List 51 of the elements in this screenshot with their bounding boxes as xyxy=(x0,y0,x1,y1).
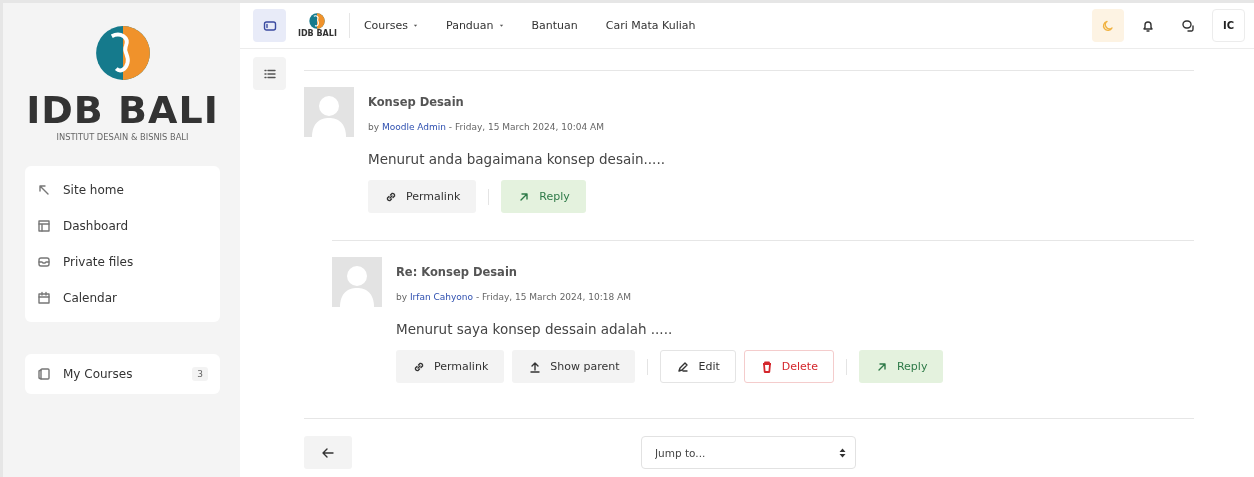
avatar-icon xyxy=(332,257,382,307)
drawer-toggle-button[interactable] xyxy=(253,9,286,42)
user-menu-button[interactable]: IC xyxy=(1212,9,1245,42)
menu-item[interactable]: Bantuan xyxy=(531,19,578,32)
show-parent-button[interactable]: Show parent xyxy=(512,350,636,383)
bell-icon xyxy=(1141,18,1155,33)
post-byline: by Moodle Admin - Friday, 15 March 2024, 10:04 AM xyxy=(368,122,605,132)
post-message: Menurut saya konsep dessain adalah ..... xyxy=(396,321,674,337)
author-link[interactable]: Moodle Admin xyxy=(381,122,446,132)
reply-button[interactable]: Reply xyxy=(858,350,944,383)
sort-icon xyxy=(839,447,846,458)
count-badge: 3 xyxy=(192,367,208,381)
nav-item[interactable]: Site home xyxy=(25,172,220,208)
logo-icon xyxy=(94,25,151,81)
avatar-icon xyxy=(304,87,354,137)
logo-tagline: INSTITUT DESAIN & BISNIS BALI xyxy=(56,132,189,142)
logo-icon xyxy=(309,13,326,29)
chat-icon xyxy=(1181,18,1195,33)
logo-text: IDB BALI xyxy=(26,91,219,129)
arrow-icon xyxy=(37,183,51,197)
delete-button[interactable]: Delete xyxy=(743,350,834,383)
reply-button[interactable]: Reply xyxy=(501,180,586,213)
edit-button[interactable]: Edit xyxy=(660,350,736,383)
nav-item[interactable]: Private files xyxy=(25,244,220,280)
calendar-icon xyxy=(37,291,51,305)
layout-icon xyxy=(37,219,51,233)
post-title: Re: Konsep Desain xyxy=(396,265,518,279)
nav-item[interactable]: My Courses 3 xyxy=(25,356,220,392)
author-link[interactable]: Irfan Cahyono xyxy=(409,292,474,302)
jump-select[interactable]: Jump to... xyxy=(641,436,856,469)
upload-icon xyxy=(528,359,543,374)
menu-item[interactable]: Cari Mata Kuliah xyxy=(605,19,696,32)
menu-item[interactable]: Panduan xyxy=(446,19,504,32)
index-toggle-button[interactable] xyxy=(253,57,286,90)
caret-icon xyxy=(413,23,418,28)
caret-icon xyxy=(498,23,504,28)
back-button[interactable] xyxy=(304,436,352,469)
post-byline: by Irfan Cahyono - Friday, 15 March 2024, 10:18 AM xyxy=(396,292,632,302)
list-icon xyxy=(263,67,276,80)
moon-icon xyxy=(1101,18,1115,33)
nav-item[interactable]: Calendar xyxy=(25,280,220,316)
nav-item[interactable]: Dashboard xyxy=(25,208,220,244)
post-message: Menurut anda bagaimana konsep desain..... xyxy=(368,151,665,167)
book-icon xyxy=(37,367,51,381)
permalink-button[interactable]: Permalink xyxy=(368,180,477,213)
menu-item[interactable]: Courses xyxy=(363,19,418,32)
home-logo-link[interactable]: IDB BALI xyxy=(298,13,350,38)
panel-icon xyxy=(262,18,277,33)
post-title: Konsep Desain xyxy=(368,95,465,109)
inbox-icon xyxy=(37,255,51,269)
permalink-button[interactable]: Permalink xyxy=(396,350,505,383)
